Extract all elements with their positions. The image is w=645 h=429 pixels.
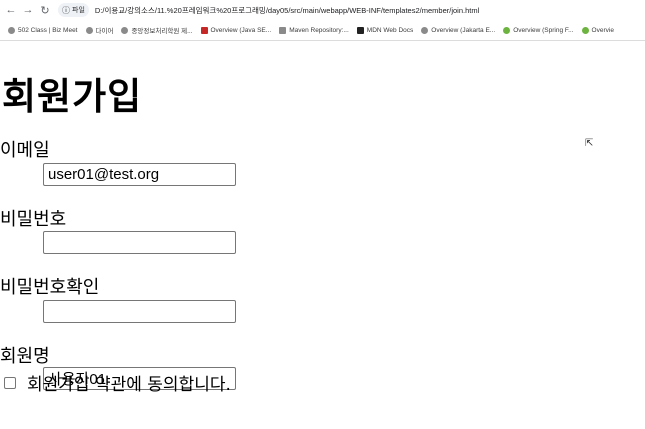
- bookmark-item[interactable]: 502 Class | Biz Meet: [8, 26, 78, 34]
- site-info-label: 파일: [72, 7, 85, 14]
- maven-icon: [279, 26, 287, 34]
- browser-chrome: ← → ↻ ⓘ 파일 D:/이용교/강의소스/11.%20프레임워크%20프로그…: [0, 0, 645, 41]
- mouse-cursor-icon: ⇱: [585, 138, 594, 149]
- bookmark-label: 502 Class | Biz Meet: [18, 26, 78, 34]
- globe-icon: [8, 26, 15, 34]
- back-arrow-icon[interactable]: ←: [4, 3, 18, 17]
- bookmark-item[interactable]: 다이어: [85, 25, 114, 35]
- url-text[interactable]: D:/이용교/강의소스/11.%20프레임워크%20프로그래밍/day05/sr…: [95, 5, 479, 16]
- mdn-icon: [356, 26, 364, 34]
- password-confirm-field[interactable]: [43, 300, 236, 323]
- bookmark-label: MDN Web Docs: [366, 26, 414, 34]
- spring-icon: [503, 26, 511, 34]
- bookmark-label: 중앙정보처리학원 제...: [131, 28, 193, 35]
- bookmark-item[interactable]: Maven Repository:...: [279, 26, 349, 34]
- bookmark-label: Overview (Spring F...: [513, 26, 574, 34]
- bookmark-item[interactable]: MDN Web Docs: [356, 26, 414, 34]
- page-title: 회원가입: [2, 75, 143, 118]
- oracle-icon: [200, 26, 208, 34]
- bookmark-label: Maven Repository:...: [289, 26, 349, 34]
- bookmarks-bar: 502 Class | Biz Meet 다이어 중앙정보처리학원 제... O…: [0, 22, 645, 38]
- address-bar: ← → ↻ ⓘ 파일 D:/이용교/강의소스/11.%20프레임워크%20프로그…: [0, 0, 645, 20]
- globe-icon: [421, 26, 429, 34]
- bookmark-item[interactable]: Overview (Java SE...: [200, 26, 272, 34]
- agree-label: 회원가입 약관에 동의합니다.: [27, 375, 231, 395]
- bookmark-item[interactable]: 중앙정보처리학원 제...: [121, 25, 193, 35]
- bookmark-label: Overview (Jakarta E...: [431, 26, 496, 34]
- email-field[interactable]: [43, 163, 236, 186]
- bookmark-item[interactable]: Overview (Spring F...: [503, 26, 574, 34]
- password-label: 비밀번호: [0, 209, 67, 230]
- forward-arrow-icon[interactable]: →: [21, 3, 35, 17]
- email-label: 이메일: [0, 140, 50, 161]
- agree-row[interactable]: 회원가입 약관에 동의합니다.: [4, 370, 231, 395]
- password-field[interactable]: [43, 231, 236, 254]
- globe-icon: [85, 26, 93, 34]
- password-confirm-label: 비밀번호확인: [0, 277, 100, 298]
- bookmark-label: 다이어: [95, 28, 114, 35]
- info-icon: ⓘ: [62, 5, 70, 15]
- spring-icon: [581, 26, 589, 34]
- agree-checkbox[interactable]: [4, 376, 16, 389]
- name-label: 회원명: [0, 346, 50, 367]
- bookmark-item[interactable]: Overview (Jakarta E...: [421, 26, 496, 34]
- bookmark-label: Overvie: [591, 26, 614, 34]
- bookmark-item[interactable]: Overvie: [581, 26, 614, 34]
- reload-icon[interactable]: ↻: [38, 3, 52, 17]
- site-info-chip[interactable]: ⓘ 파일: [58, 3, 89, 17]
- globe-icon: [121, 26, 129, 34]
- bookmark-label: Overview (Java SE...: [210, 26, 272, 34]
